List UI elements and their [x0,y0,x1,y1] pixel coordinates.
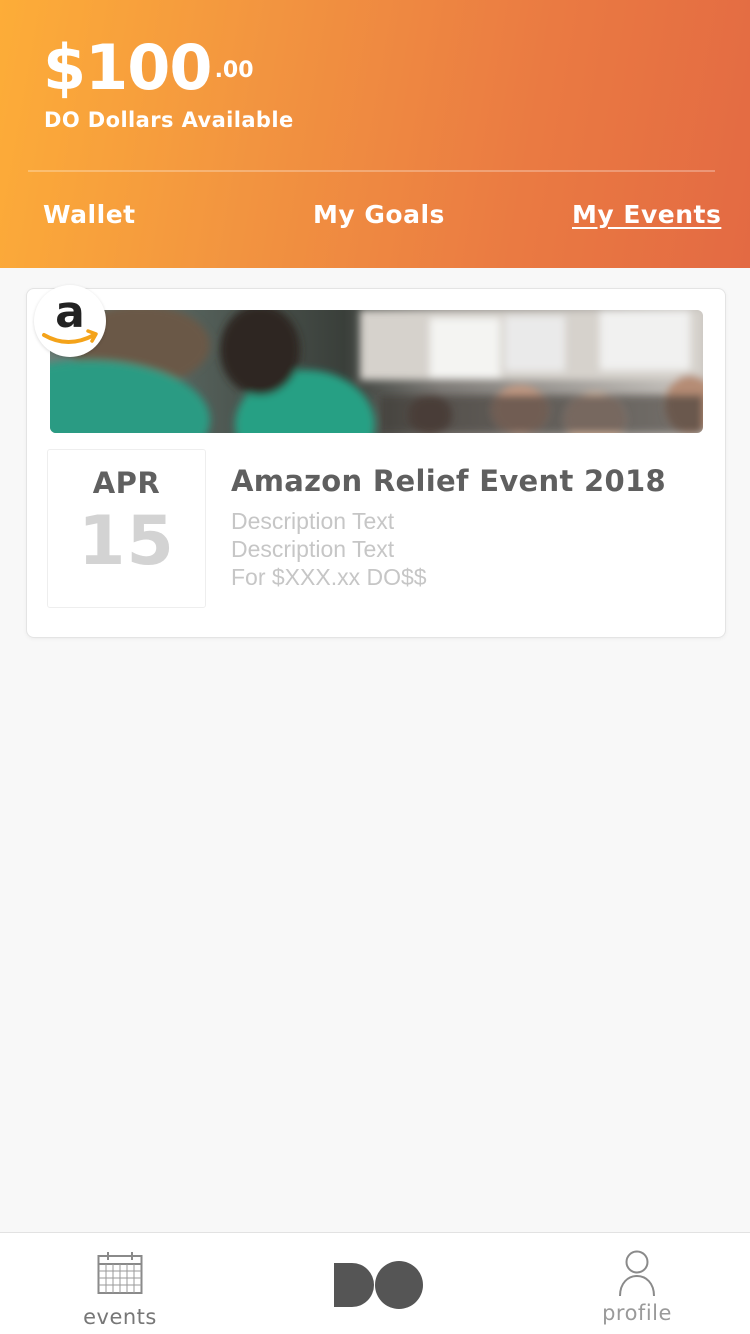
event-description-line: Description Text [231,508,395,534]
nav-home[interactable] [330,1261,426,1313]
balance-amount: $100 .00 [43,34,254,102]
person-icon [618,1250,656,1303]
event-date-box: APR 15 [47,449,206,608]
event-month: APR [92,466,161,500]
event-banner-image [50,310,703,433]
event-description-line: Description Text [231,536,395,562]
tab-my-goals[interactable]: My Goals [313,200,445,229]
amazon-logo-icon: a [34,285,106,357]
event-card[interactable]: a APR 15 Amazon Relief Event 2018 Descri… [26,285,726,638]
wallet-header: $100 .00 DO Dollars Available Wallet My … [0,0,750,268]
nav-profile-label: profile [602,1301,672,1325]
nav-events[interactable]: events [60,1247,180,1333]
tab-wallet[interactable]: Wallet [43,200,136,229]
event-day: 15 [78,502,175,581]
nav-events-label: events [83,1305,157,1329]
nav-profile[interactable]: profile [580,1247,694,1333]
event-price-line: For $XXX.xx DO$$ [231,564,427,590]
balance-caption: DO Dollars Available [44,108,294,132]
do-logo-icon [330,1261,426,1313]
calendar-icon [97,1251,143,1300]
event-title: Amazon Relief Event 2018 [231,464,666,498]
header-divider [28,170,715,172]
balance-cents: .00 [214,58,254,83]
tab-my-events[interactable]: My Events [572,200,721,229]
bottom-nav: events profile [0,1232,750,1334]
balance-dollars: $100 [43,31,213,104]
